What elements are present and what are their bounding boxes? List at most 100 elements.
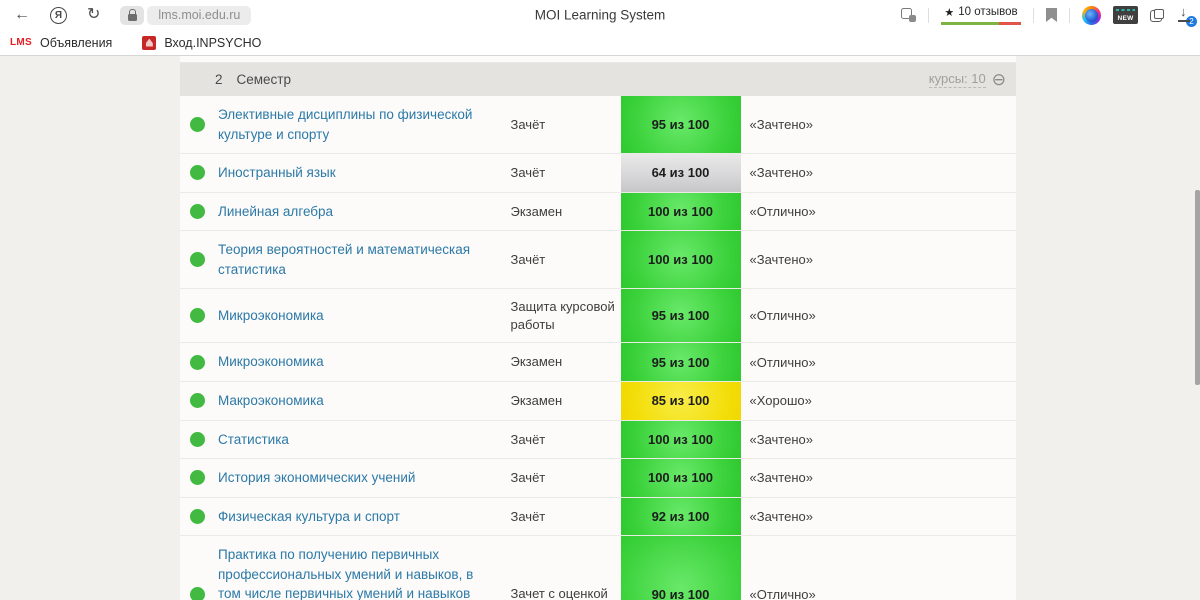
extension-new-icon[interactable]: NEW (1113, 6, 1138, 24)
assessment-type: Экзамен (510, 354, 563, 370)
course-table: Элективные дисциплины по физической куль… (180, 96, 1016, 600)
status-dot-cell (180, 289, 218, 342)
page-title: MOI Learning System (534, 7, 666, 23)
scrollbar-thumb[interactable] (1195, 190, 1200, 385)
assessment-type: Экзамен (510, 393, 563, 409)
status-dot-icon (190, 470, 205, 486)
lock-icon (127, 9, 137, 21)
status-dot-cell (180, 536, 218, 600)
status-dot-cell (180, 343, 218, 381)
toolbar-right-group: ★ 10 отзывов NEW ↓ 2 (901, 4, 1200, 28)
assessment-type: Экзамен (510, 203, 563, 219)
side-panel-icon[interactable] (1150, 8, 1164, 22)
new-badge-label: NEW (1117, 15, 1134, 22)
status-dot-icon (190, 354, 205, 370)
downloads-button[interactable]: ↓ 2 (1176, 4, 1198, 28)
toolbar-separator (928, 7, 929, 23)
site-reviews-widget[interactable]: ★ 10 отзывов (941, 6, 1021, 25)
yandex-browser-icon[interactable]: Я (50, 6, 67, 24)
grade-label: «Отлично» (749, 586, 816, 600)
browser-toolbar: ← Я ↻ lms.moi.edu.ru MOI Learning System… (0, 0, 1200, 30)
grades-panel: 2 Семестр курсы: 10 ⊖ Элективные дисципл… (180, 56, 1016, 600)
bookmark-icon[interactable] (1046, 8, 1057, 22)
course-link[interactable]: Статистика (218, 421, 501, 459)
course-row: Теория вероятностей и математическая ста… (180, 231, 1016, 290)
course-row: Линейная алгебра Экзамен 100 из 100 «Отл… (180, 192, 1016, 232)
collapse-semester-icon[interactable]: ⊖ (992, 71, 1006, 88)
course-link[interactable]: Микроэкономика (218, 343, 501, 381)
status-dot-cell (180, 498, 218, 536)
assessment-type: Зачёт (510, 508, 546, 524)
score-badge: 100 из 100 (620, 231, 741, 289)
score-badge: 64 из 100 (620, 154, 741, 192)
course-row: Микроэкономика Экзамен 95 из 100 «Отличн… (180, 343, 1016, 383)
course-link[interactable]: История экономических учений (218, 459, 501, 497)
score-badge: 95 из 100 (620, 289, 741, 343)
status-dot-icon (190, 586, 205, 600)
status-dot-icon (190, 117, 205, 133)
grade-label: «Хорошо» (749, 393, 812, 409)
course-link[interactable]: Теория вероятностей и математическая ста… (218, 231, 501, 288)
score-badge: 85 из 100 (620, 382, 741, 420)
assessment-type: Зачёт (510, 252, 546, 268)
status-dot-icon (190, 509, 205, 524)
course-link[interactable]: Иностранный язык (218, 154, 501, 192)
reviews-count-label: 10 отзывов (958, 6, 1018, 18)
status-dot-icon (190, 393, 205, 409)
status-dot-cell (180, 421, 218, 459)
download-count-badge: 2 (1185, 14, 1198, 28)
score-badge: 90 из 100 (620, 536, 741, 600)
address-bar[interactable]: lms.moi.edu.ru (120, 5, 252, 25)
course-link[interactable]: Практика по получению первичных професси… (218, 536, 501, 600)
bookmark-item-inpsycho[interactable]: Вход.INPSYCHO (142, 35, 262, 50)
grade-label: «Отлично» (749, 203, 816, 219)
status-dot-icon (190, 203, 205, 219)
course-row: Макроэкономика Экзамен 85 из 100 «Хорошо… (180, 382, 1016, 421)
grade-label: «Зачтено» (749, 509, 813, 524)
semester-label: Семестр (236, 72, 292, 87)
course-row: Статистика Зачёт 100 из 100 «Зачтено» (180, 420, 1016, 460)
assessment-type: Зачёт (510, 431, 546, 447)
course-row: Практика по получению первичных професси… (180, 536, 1016, 600)
inpsycho-crest-icon (142, 35, 157, 50)
grade-label: «Зачтено» (749, 431, 813, 447)
score-badge: 95 из 100 (620, 343, 741, 382)
protect-icon[interactable] (901, 8, 916, 22)
score-badge: 100 из 100 (620, 459, 741, 497)
grade-label: «Зачтено» (749, 117, 813, 133)
status-dot-cell (180, 382, 218, 420)
refresh-icon[interactable]: ↻ (87, 7, 100, 23)
ssl-lock-badge[interactable] (120, 5, 145, 25)
status-dot-icon (190, 252, 205, 268)
course-link[interactable]: Линейная алгебра (218, 193, 501, 231)
assessment-type: Защита курсовой работы (510, 299, 615, 332)
assessment-type: Зачёт (510, 470, 546, 486)
grade-label: «Зачтено» (749, 252, 813, 268)
url-text[interactable]: lms.moi.edu.ru (147, 5, 252, 25)
course-link[interactable]: Физическая культура и спорт (218, 498, 501, 536)
bookmark-item-announcements[interactable]: LMS Объявления (10, 36, 112, 50)
status-dot-icon (190, 165, 205, 181)
lms-page: 2 Семестр курсы: 10 ⊖ Элективные дисципл… (0, 56, 1200, 600)
bookmark-label: Вход.INPSYCHO (164, 35, 262, 50)
score-badge: 100 из 100 (620, 192, 741, 231)
toolbar-left-group: ← Я ↻ lms.moi.edu.ru (0, 5, 252, 25)
course-link[interactable]: Микроэкономика (218, 289, 501, 342)
star-icon: ★ (944, 6, 955, 19)
courses-count-link[interactable]: курсы: 10 (928, 71, 986, 88)
course-link[interactable]: Макроэкономика (218, 382, 501, 420)
status-dot-cell (180, 154, 218, 192)
course-link[interactable]: Элективные дисциплины по физической куль… (218, 96, 501, 153)
course-row: Микроэкономика Защита курсовой работы 95… (180, 289, 1016, 344)
course-row: Иностранный язык Зачёт 64 из 100 «Зачтен… (180, 154, 1016, 193)
grade-label: «Зачтено» (749, 470, 813, 486)
extension-color-circle-icon[interactable] (1082, 5, 1101, 25)
assessment-type: Зачёт (510, 116, 546, 132)
score-badge: 100 из 100 (620, 420, 741, 459)
bookmarks-bar: LMS Объявления Вход.INPSYCHO (0, 30, 1200, 56)
score-badge: 95 из 100 (620, 96, 741, 154)
grade-label: «Зачтено» (749, 165, 813, 181)
partial-scrolled-row (180, 56, 1016, 63)
lms-favicon: LMS (10, 37, 33, 48)
back-icon[interactable]: ← (14, 7, 30, 23)
